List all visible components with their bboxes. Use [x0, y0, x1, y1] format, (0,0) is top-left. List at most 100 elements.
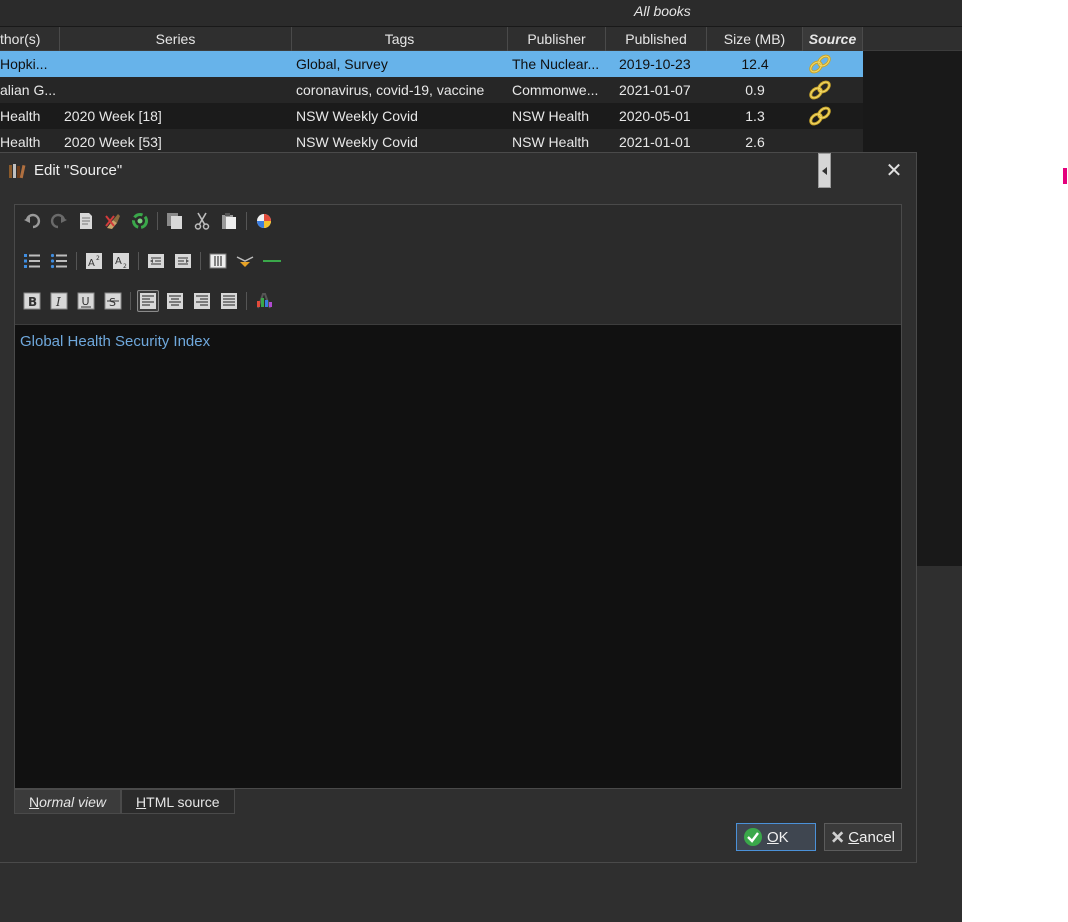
column-header-publisher[interactable]: Publisher [508, 27, 606, 51]
svg-text:A: A [115, 256, 122, 267]
toolbar-separator [130, 292, 131, 310]
toolbar-separator [246, 212, 247, 230]
books-icon [9, 164, 26, 179]
align-center-icon[interactable] [164, 290, 186, 312]
cell-tags: coronavirus, covid-19, vaccine [296, 82, 485, 98]
library-view-header: All books [0, 0, 962, 26]
checkmark-icon [744, 828, 762, 846]
ok-mnemonic: O [767, 828, 779, 846]
dialog-titlebar[interactable]: Edit "Source" ✕ [0, 153, 916, 189]
chain-link-icon[interactable] [808, 53, 832, 75]
ordered-list-icon[interactable] [21, 250, 43, 272]
undo-icon[interactable] [21, 210, 43, 232]
clear-icon[interactable] [75, 210, 97, 232]
tab-html-source[interactable]: HTML source [121, 789, 235, 814]
column-header-series[interactable]: Series [60, 27, 292, 51]
edge-marker [1063, 168, 1067, 184]
chain-link-icon[interactable] [808, 79, 832, 101]
ok-button[interactable]: OK [736, 823, 816, 851]
table-row[interactable]: Health 2020 Week [18] NSW Weekly Covid N… [0, 103, 863, 129]
cancel-mnemonic: C [848, 828, 860, 846]
outdent-icon[interactable] [145, 250, 167, 272]
column-header-tags[interactable]: Tags [292, 27, 508, 51]
toolbar-separator [138, 252, 139, 270]
splitter-handle[interactable] [818, 153, 831, 188]
cell-size: 0.9 [745, 82, 765, 98]
paste-icon[interactable] [218, 210, 240, 232]
svg-text:2: 2 [96, 255, 100, 262]
cell-authors: alian G... [0, 82, 57, 98]
dialog-title: Edit "Source" [34, 162, 123, 179]
unordered-list-icon[interactable] [48, 250, 70, 272]
cancel-button[interactable]: Cancel [824, 823, 902, 851]
indent-icon[interactable] [172, 250, 194, 272]
toolbar-separator [246, 292, 247, 310]
cell-publisher: Commonwe... [512, 82, 599, 98]
subscript-icon[interactable]: A2 [110, 250, 132, 272]
justify-icon[interactable] [218, 290, 240, 312]
strikethrough-icon[interactable]: S [102, 290, 124, 312]
cell-tags: NSW Weekly Covid [296, 108, 418, 124]
svg-text:2: 2 [123, 263, 127, 270]
align-right-icon[interactable] [191, 290, 213, 312]
align-left-icon[interactable] [137, 290, 159, 312]
svg-text:I: I [55, 295, 61, 309]
toolbar-separator [76, 252, 77, 270]
cell-publisher: NSW Health [512, 108, 590, 124]
cell-series [64, 77, 288, 103]
copy-icon[interactable] [164, 210, 186, 232]
toolbar-separator [157, 212, 158, 230]
cell-published: 2021-01-07 [619, 82, 691, 98]
editor-view-tabs: Normal view HTML source [14, 789, 235, 815]
tab-html-source-label: TML source [146, 794, 220, 810]
toolbar-row: B I U S [21, 288, 280, 314]
table-row[interactable]: Hopki... Global, Survey The Nuclear... 2… [0, 51, 863, 77]
cell-size: 1.3 [745, 108, 765, 124]
cancel-x-icon [832, 831, 844, 843]
cancel-label: ancel [859, 828, 895, 846]
bold-icon[interactable]: B [21, 290, 43, 312]
italic-icon[interactable]: I [48, 290, 70, 312]
editor-content-link[interactable]: Global Health Security Index [20, 333, 210, 350]
tab-normal-view-label: ormal view [39, 794, 107, 810]
cell-tags: Global, Survey [296, 56, 388, 72]
cell-series: 2020 Week [18] [64, 108, 162, 124]
table-row[interactable]: alian G... coronavirus, covid-19, vaccin… [0, 77, 863, 103]
toolbar-row [21, 208, 280, 234]
cell-series [64, 51, 288, 77]
svg-text:U: U [82, 295, 90, 308]
background-color-icon[interactable] [253, 210, 275, 232]
tab-normal-view[interactable]: Normal view [14, 789, 122, 814]
cut-icon[interactable] [191, 210, 213, 232]
redo-icon[interactable] [48, 210, 70, 232]
text-color-icon[interactable] [253, 290, 275, 312]
chain-link-icon[interactable] [808, 105, 832, 127]
refresh-icon[interactable] [129, 210, 151, 232]
insert-table-icon[interactable] [207, 250, 229, 272]
cell-publisher: The Nuclear... [512, 56, 600, 72]
horizontal-rule-icon[interactable] [261, 250, 283, 272]
svg-text:B: B [28, 295, 37, 309]
cell-size: 12.4 [741, 56, 769, 72]
cell-authors: Health [0, 108, 41, 124]
mnemonic-n: N [29, 794, 40, 810]
cell-authors: Hopki... [0, 56, 48, 72]
toolbar-row: A2 A2 [21, 248, 288, 274]
close-button[interactable]: ✕ [880, 159, 908, 183]
column-header-source[interactable]: Source [803, 27, 863, 51]
rich-text-editor[interactable]: A2 A2 B I U S Global Health Security Ind… [14, 204, 902, 789]
insert-link-icon[interactable] [234, 250, 256, 272]
svg-text:A: A [88, 258, 95, 269]
cell-published: 2019-10-23 [619, 56, 691, 72]
underline-icon[interactable]: U [75, 290, 97, 312]
table-header: thor(s) Series Tags Publisher Published … [0, 27, 962, 51]
column-header-published[interactable]: Published [606, 27, 707, 51]
mnemonic-h: H [136, 794, 147, 810]
column-header-authors[interactable]: thor(s) [0, 27, 60, 51]
svg-text:S: S [109, 296, 116, 309]
superscript-icon[interactable]: A2 [83, 250, 105, 272]
toolbar-separator [200, 252, 201, 270]
remove-format-icon[interactable] [102, 210, 124, 232]
column-header-size[interactable]: Size (MB) [707, 27, 803, 51]
view-label: All books [634, 3, 691, 19]
